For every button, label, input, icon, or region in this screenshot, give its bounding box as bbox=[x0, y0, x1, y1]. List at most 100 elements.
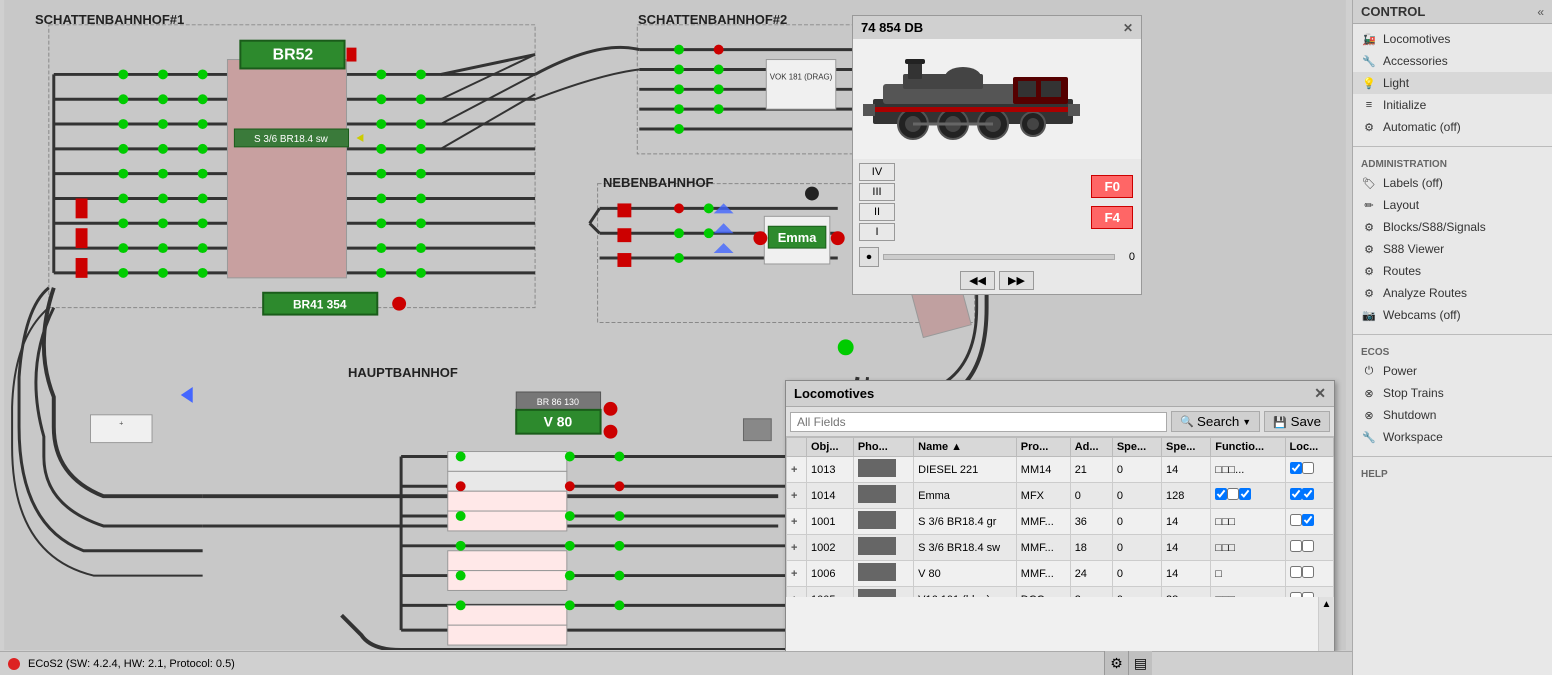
loco-info-close[interactable]: ✕ bbox=[1123, 21, 1133, 35]
loco-loc-checkbox[interactable] bbox=[1285, 509, 1333, 535]
panel-item-workspace[interactable]: 🔧 Workspace bbox=[1353, 426, 1552, 448]
loc-checkbox[interactable] bbox=[1290, 488, 1302, 500]
monitor-icon[interactable]: ▤ bbox=[1128, 651, 1152, 675]
col-loc[interactable]: Loc... bbox=[1285, 438, 1333, 457]
add-loco-button[interactable]: + bbox=[787, 483, 807, 509]
col-spd1[interactable]: Spe... bbox=[1112, 438, 1161, 457]
col-pro[interactable]: Pro... bbox=[1016, 438, 1070, 457]
loc-checkbox[interactable] bbox=[1290, 462, 1302, 474]
speed-level-iv[interactable]: IV bbox=[859, 163, 895, 181]
loco-speed1: 0 bbox=[1112, 587, 1161, 598]
panel-label-stop-trains: Stop Trains bbox=[1383, 386, 1444, 400]
settings-icon[interactable]: ⚙ bbox=[1104, 651, 1128, 675]
speed-level-i[interactable]: I bbox=[859, 223, 895, 241]
panel-item-stop-trains[interactable]: ⊗ Stop Trains bbox=[1353, 382, 1552, 404]
panel-item-labels[interactable]: 🏷 Labels (off) bbox=[1353, 172, 1552, 194]
panel-item-webcams[interactable]: 📷 Webcams (off) bbox=[1353, 304, 1552, 326]
speed-level-iii[interactable]: III bbox=[859, 183, 895, 201]
locomotives-table-scroll[interactable]: Obj... Pho... Name ▲ Pro... Ad... Spe...… bbox=[786, 437, 1334, 597]
loco-photo bbox=[853, 535, 913, 561]
panel-item-layout[interactable]: ✏ Layout bbox=[1353, 194, 1552, 216]
loc2-checkbox[interactable] bbox=[1302, 462, 1314, 474]
locomotives-save-button[interactable]: 💾 Save bbox=[1264, 411, 1330, 432]
station-label-schatten1: SCHATTENBAHNHOF#1 bbox=[35, 12, 184, 27]
direction-back-button[interactable]: ◀◀ bbox=[960, 271, 995, 290]
col-func[interactable]: Functio... bbox=[1211, 438, 1285, 457]
scroll-up-icon[interactable]: ▲ bbox=[1322, 599, 1332, 610]
loco-name: S 3/6 BR18.4 sw bbox=[914, 535, 1017, 561]
locomotives-window-close[interactable]: ✕ bbox=[1314, 385, 1326, 402]
add-loco-button[interactable]: + bbox=[787, 457, 807, 483]
col-spd2[interactable]: Spe... bbox=[1162, 438, 1211, 457]
fn-f0-button[interactable]: F0 bbox=[1091, 175, 1133, 198]
panel-item-accessories[interactable]: 🔧 Accessories bbox=[1353, 50, 1552, 72]
loc-checkbox[interactable] bbox=[1290, 566, 1302, 578]
loco-info-panel: 74 854 DB ✕ bbox=[852, 15, 1142, 295]
loco-functions[interactable]: □□□... bbox=[1211, 457, 1285, 483]
col-obj[interactable]: Obj... bbox=[807, 438, 854, 457]
loc-checkbox[interactable] bbox=[1290, 540, 1302, 552]
panel-item-light[interactable]: 💡 Light bbox=[1353, 72, 1552, 94]
panel-item-power[interactable]: ⏻ Power bbox=[1353, 360, 1552, 382]
direction-stop-button[interactable]: ⏺ bbox=[859, 247, 879, 267]
loc-checkbox[interactable] bbox=[1290, 514, 1302, 526]
panel-item-automatic[interactable]: ⚙ Automatic (off) bbox=[1353, 116, 1552, 138]
panel-header: CONTROL « bbox=[1353, 0, 1552, 24]
workspace-icon: 🔧 bbox=[1361, 429, 1377, 445]
loco-functions[interactable]: □□□... bbox=[1211, 587, 1285, 598]
loco-functions[interactable]: □□□ bbox=[1211, 535, 1285, 561]
locomotives-table: Obj... Pho... Name ▲ Pro... Ad... Spe...… bbox=[786, 437, 1334, 597]
loco-speed1: 0 bbox=[1112, 483, 1161, 509]
loco-functions[interactable] bbox=[1211, 483, 1285, 509]
locomotives-search-input[interactable] bbox=[790, 412, 1167, 432]
loc2-checkbox[interactable] bbox=[1302, 514, 1314, 526]
col-name[interactable]: Name ▲ bbox=[914, 438, 1017, 457]
loco-loc-checkbox[interactable] bbox=[1285, 561, 1333, 587]
loc2-checkbox[interactable] bbox=[1302, 488, 1314, 500]
table-row[interactable]: +1013DIESEL 221MM1421014□□□... bbox=[787, 457, 1334, 483]
fn-f4-button[interactable]: F4 bbox=[1091, 206, 1133, 229]
table-row[interactable]: +1002S 3/6 BR18.4 swMMF...18014□□□ bbox=[787, 535, 1334, 561]
loco-speed1: 0 bbox=[1112, 535, 1161, 561]
panel-item-routes[interactable]: ⚙ Routes bbox=[1353, 260, 1552, 282]
panel-item-shutdown[interactable]: ⊗ Shutdown bbox=[1353, 404, 1552, 426]
loc-checkbox[interactable] bbox=[1290, 592, 1302, 597]
save-icon: 💾 bbox=[1273, 417, 1287, 429]
loco-speed2: 14 bbox=[1162, 457, 1211, 483]
func-checkbox-2[interactable] bbox=[1227, 488, 1239, 500]
func-checkbox-1[interactable] bbox=[1215, 488, 1227, 500]
col-photo[interactable]: Pho... bbox=[853, 438, 913, 457]
table-row[interactable]: +1001S 3/6 BR18.4 grMMF...36014□□□ bbox=[787, 509, 1334, 535]
loco-loc-checkbox[interactable] bbox=[1285, 457, 1333, 483]
table-row[interactable]: +1014EmmaMFX00128 bbox=[787, 483, 1334, 509]
panel-item-analyze-routes[interactable]: ⚙ Analyze Routes bbox=[1353, 282, 1552, 304]
panel-item-locomotives[interactable]: 🚂 Locomotives bbox=[1353, 28, 1552, 50]
add-loco-button[interactable]: + bbox=[787, 561, 807, 587]
direction-fwd-button[interactable]: ▶▶ bbox=[999, 271, 1034, 290]
loco-functions[interactable]: □□□ bbox=[1211, 509, 1285, 535]
loco-loc-checkbox[interactable] bbox=[1285, 483, 1333, 509]
locomotives-search-button[interactable]: 🔍 Search ▼ bbox=[1171, 411, 1260, 432]
col-ad[interactable]: Ad... bbox=[1070, 438, 1112, 457]
loco-loc-checkbox[interactable] bbox=[1285, 587, 1333, 598]
add-loco-button[interactable]: + bbox=[787, 535, 807, 561]
table-row[interactable]: +1006V 80MMF...24014□ bbox=[787, 561, 1334, 587]
add-loco-button[interactable]: + bbox=[787, 587, 807, 598]
loco-name: DIESEL 221 bbox=[914, 457, 1017, 483]
table-row[interactable]: +1005V16 101 (blau)DCC...3028□□□... bbox=[787, 587, 1334, 598]
loco-functions[interactable]: □ bbox=[1211, 561, 1285, 587]
panel-item-initialize[interactable]: ≡ Initialize bbox=[1353, 94, 1552, 116]
panel-item-blocks[interactable]: ⚙ Blocks/S88/Signals bbox=[1353, 216, 1552, 238]
add-loco-button[interactable]: + bbox=[787, 509, 807, 535]
loco-loc-checkbox[interactable] bbox=[1285, 535, 1333, 561]
panel-collapse-button[interactable]: « bbox=[1537, 5, 1544, 19]
speed-level-ii[interactable]: II bbox=[859, 203, 895, 221]
func-checkbox-3[interactable] bbox=[1239, 488, 1251, 500]
loc2-checkbox[interactable] bbox=[1302, 592, 1314, 597]
help-section-title: HELP bbox=[1353, 465, 1552, 482]
loc2-checkbox[interactable] bbox=[1302, 566, 1314, 578]
loc2-checkbox[interactable] bbox=[1302, 540, 1314, 552]
webcams-icon: 📷 bbox=[1361, 307, 1377, 323]
labels-icon: 🏷 bbox=[1361, 175, 1377, 191]
panel-item-s88viewer[interactable]: ⚙ S88 Viewer bbox=[1353, 238, 1552, 260]
